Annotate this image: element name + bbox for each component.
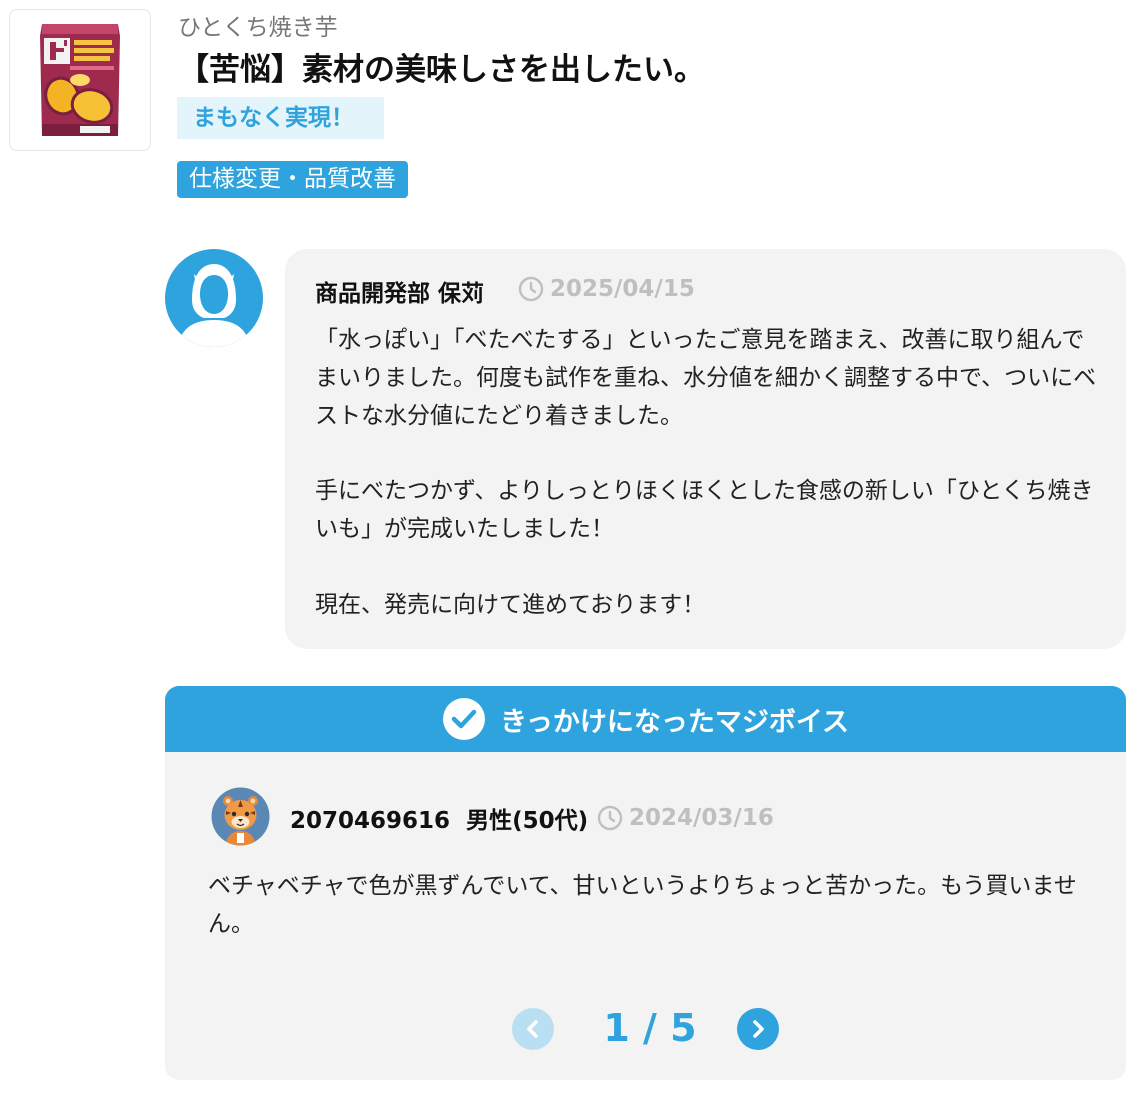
reply-body: 「水っぽい」「べたべたする」といったご意見を踏まえ、改善に取り組んでまいりました… [315,322,1100,624]
voice-user-avatar [211,787,270,846]
pager-prev-button[interactable] [512,1008,554,1050]
tiger-avatar-icon [211,787,270,846]
chevron-left-icon [527,1020,538,1038]
voice-user-id: 2070469616 [290,808,451,834]
product-image [9,9,151,151]
reply-paragraph: 「水っぽい」「べたべたする」といったご意見を踏まえ、改善に取り組んでまいりました… [315,327,1097,429]
pager-next-button[interactable] [737,1008,779,1050]
status-badge: まもなく実現！ [177,97,384,139]
page-title: 【苦悩】素材の美味しさを出したい。 [178,52,705,88]
pager-separator: / [643,1006,657,1050]
user-silhouette-icon [165,249,263,347]
voice-user-profile: 男性(50代) [466,808,589,834]
voice-card-header: きっかけになったマジボイス [165,686,1126,752]
voice-user-info: 2070469616 男性(50代) [290,801,588,835]
reply-author: 商品開発部 保苅 [315,281,485,307]
voice-date-text: 2024/03/16 [629,805,774,831]
reply-date: 2025/04/15 [518,276,695,302]
pager-indicator: 1 / 5 [580,1006,720,1050]
product-name: ひとくち焼き芋 [178,15,338,41]
reply-date-text: 2025/04/15 [550,276,695,302]
pager-current: 1 [603,1006,630,1050]
voice-date: 2024/03/16 [597,805,774,831]
chevron-right-icon [753,1020,764,1038]
sweet-potato-package-icon [40,24,120,136]
clock-icon [518,276,544,302]
reply-paragraph: 手にべたつかず、よりしっとりほくほくとした食感の新しい「ひとくち焼きいも」が完成… [315,478,1094,542]
voice-card-title: きっかけになったマジボイス [499,706,850,738]
clock-icon [597,805,623,831]
voice-text: ベチャベチャで色が黒ずんでいて、甘いというよりちょっと苦かった。もう買いません。 [208,873,1077,937]
category-tag[interactable]: 仕様変更・品質改善 [177,161,408,198]
reply-paragraph: 現在、発売に向けて進めております！ [315,591,706,618]
staff-avatar [164,248,264,348]
pager-total: 5 [670,1006,697,1050]
check-circle-icon [442,698,485,740]
